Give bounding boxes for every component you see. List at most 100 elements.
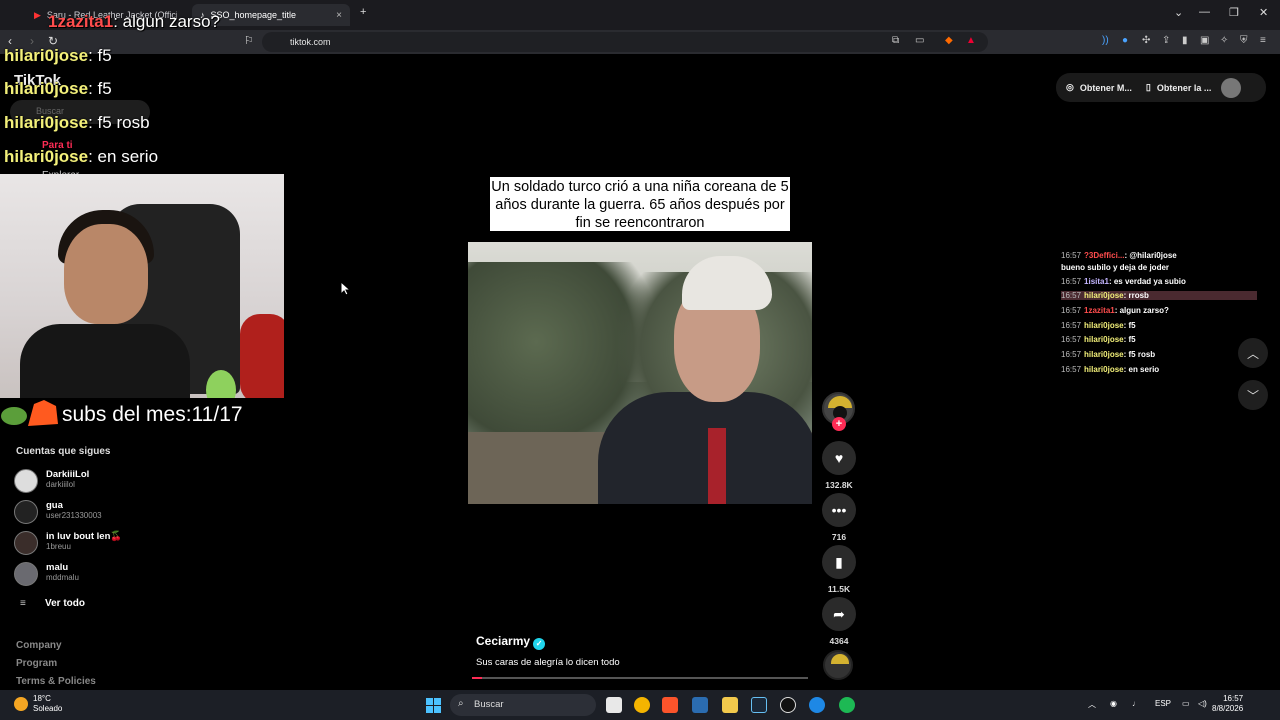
puzzle-icon[interactable]: ✣ — [1142, 35, 1150, 46]
sidebar-icon[interactable]: ▮ — [1182, 35, 1188, 46]
weather-widget[interactable]: 18°C Soleado — [14, 694, 62, 714]
clock-time: 16:57 — [1223, 694, 1244, 703]
share-action[interactable]: ➦ 4364 — [822, 597, 856, 646]
chat-username: hilari0jose — [1084, 365, 1124, 374]
next-video-button[interactable]: ﹀ — [1238, 380, 1268, 410]
minimize-button[interactable]: — — [1199, 6, 1210, 18]
profile-avatar[interactable] — [1221, 77, 1242, 98]
menu-icon[interactable]: ≡ — [1260, 35, 1266, 46]
share-count: 4364 — [829, 636, 849, 646]
avatar — [14, 562, 38, 586]
following-item[interactable]: gua user231330003 — [14, 498, 154, 526]
get-app-button[interactable]: Obtener la ... — [1157, 83, 1212, 93]
following-item[interactable]: in luv bout len🍒 1breuu — [14, 529, 154, 557]
clock-date: 8/8/2026 — [1212, 704, 1244, 713]
language-indicator[interactable]: ESP — [1155, 699, 1171, 708]
obs-icon[interactable] — [780, 697, 796, 713]
footer-link-terms[interactable]: Terms & Policies — [16, 676, 96, 687]
phone-icon: ▯ — [1145, 82, 1151, 92]
vpn-icon[interactable]: ⛨ — [1240, 35, 1248, 46]
steam-icon[interactable] — [751, 697, 767, 713]
tray-chevron-icon[interactable]: ︿ — [1088, 699, 1096, 710]
task-view-icon[interactable] — [606, 697, 622, 713]
following-item[interactable]: DarkiiiLol darkiiilol — [14, 467, 154, 495]
man-suit — [598, 392, 812, 504]
brave-shield-icon[interactable]: ◆ — [945, 35, 953, 46]
disc-cap — [831, 654, 849, 664]
comment-icon[interactable]: ••• — [822, 493, 856, 527]
avatar — [14, 500, 38, 524]
video-player[interactable] — [468, 242, 812, 504]
chat-time: 16:57 — [1061, 350, 1082, 359]
side-chat-line: 16:57 hilari0jose: f5 — [1061, 335, 1136, 344]
network-icon[interactable]: ▭ — [1182, 699, 1190, 708]
heart-icon[interactable]: ♥ — [822, 441, 856, 475]
following-name: gua — [46, 500, 63, 511]
following-username: darkiiilol — [46, 480, 75, 489]
following-name: in luv bout len🍒 — [46, 531, 123, 542]
subs-counter: subs del mes:11/17 — [62, 403, 243, 426]
share-icon[interactable]: ⇪ — [1162, 35, 1170, 46]
volume-icon[interactable]: ◁) — [1198, 699, 1207, 708]
store-icon[interactable] — [692, 697, 708, 713]
chrome-icon[interactable] — [634, 697, 650, 713]
new-tab-button[interactable]: + — [360, 6, 366, 18]
app-icon[interactable] — [809, 697, 825, 713]
footer-link-program[interactable]: Program — [16, 658, 57, 669]
url-input[interactable]: tiktok.com — [262, 32, 988, 52]
file-explorer-icon[interactable] — [722, 697, 738, 713]
following-title: Cuentas que sigues — [16, 446, 111, 457]
save-action[interactable]: ▮ 11.5K — [822, 545, 856, 594]
get-coins-icon: ◎ — [1066, 82, 1074, 92]
chat-time: 16:57 — [1061, 306, 1082, 315]
streamer-face — [64, 224, 148, 324]
video-caption: Un soldado turco crió a una niña coreana… — [490, 177, 790, 231]
video-author[interactable]: Ceciarmy ✓ — [476, 634, 546, 650]
maximize-button[interactable]: ❐ — [1229, 6, 1239, 19]
list-icon: ≡ — [20, 598, 26, 609]
audio-icon[interactable]: )) — [1102, 35, 1109, 46]
stream-chat-line: 1zazita1: algun zarso? — [48, 12, 220, 31]
spotify-icon[interactable] — [839, 697, 855, 713]
footer-link-company[interactable]: Company — [16, 640, 62, 651]
brave-icon[interactable] — [662, 697, 678, 713]
mic-icon[interactable]: ♩ — [1132, 699, 1140, 708]
chat-time: 16:57 — [1061, 321, 1082, 330]
leo-icon[interactable]: ✧ — [1220, 35, 1228, 46]
like-action[interactable]: ♥ 132.8K — [822, 441, 856, 490]
share-arrow-icon[interactable]: ➦ — [822, 597, 856, 631]
follow-plus-icon[interactable]: + — [832, 417, 846, 431]
chat-time: 16:57 — [1061, 335, 1082, 344]
clock[interactable]: 16:57 8/8/2026 — [1212, 694, 1243, 714]
brave-rewards-icon[interactable]: ▲ — [966, 35, 976, 46]
chat-time: 16:57 — [1061, 251, 1082, 260]
discord-icon[interactable]: ◉ — [1110, 699, 1117, 708]
see-all-link[interactable]: Ver todo — [45, 598, 85, 609]
close-tab-icon[interactable]: × — [336, 10, 342, 21]
chat-username: 1zazita1 — [1084, 306, 1115, 315]
stream-chat-line: hilari0jose: f5 — [4, 79, 112, 98]
stream-chat-line: hilari0jose: f5 rosb — [4, 113, 150, 132]
extension-icon[interactable]: ● — [1122, 35, 1128, 46]
video-progress-bar[interactable] — [472, 677, 808, 679]
wallet-icon[interactable]: ▣ — [1200, 35, 1209, 46]
following-item[interactable]: malu mddmalu — [14, 560, 154, 588]
bookmark-icon[interactable]: ▮ — [822, 545, 856, 579]
windows-start-icon[interactable] — [426, 698, 441, 713]
streamer-shirt — [20, 324, 190, 398]
close-window-button[interactable]: ✕ — [1259, 6, 1268, 19]
side-chat-line: 16:57 hilari0jose: en serio — [1061, 365, 1159, 374]
taskbar-search[interactable]: ⌕ Buscar — [450, 694, 596, 716]
cast-icon[interactable]: ▭ — [915, 35, 924, 46]
tab-search-icon[interactable]: ⌄ — [1174, 6, 1183, 19]
prev-video-button[interactable]: ︿ — [1238, 338, 1268, 368]
chat-message: : en serio — [1123, 365, 1160, 374]
bookmark-icon[interactable]: ⚐ — [244, 34, 254, 47]
music-disc-icon[interactable] — [823, 650, 853, 680]
comment-action[interactable]: ••• 716 — [822, 493, 856, 542]
get-coins-button[interactable]: Obtener M... — [1080, 83, 1132, 93]
following-name: malu — [46, 562, 69, 573]
translate-icon[interactable]: ⧉ — [892, 35, 899, 46]
weather-desc: Soleado — [33, 704, 63, 713]
progress-fill — [472, 677, 483, 679]
